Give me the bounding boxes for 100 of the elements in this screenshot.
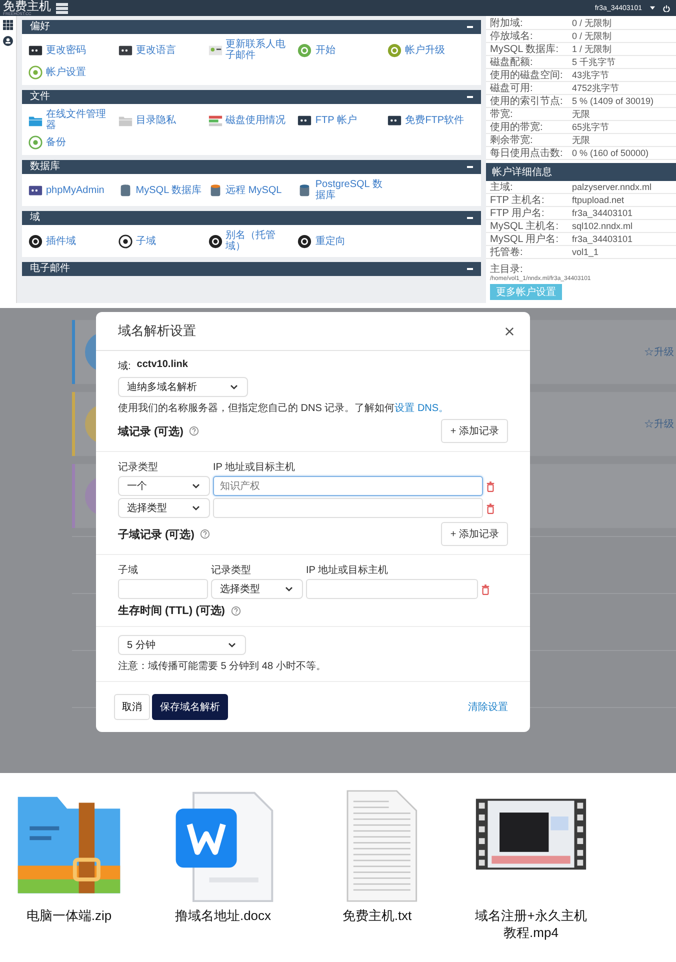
section-title: 域记录 (可选) [118, 424, 184, 438]
stat-label: MySQL 数据库: [490, 44, 560, 54]
add-record-button[interactable]: + 添加记录 [441, 522, 508, 546]
stat-label: 磁盘可用: [490, 82, 534, 94]
detail-label: FTP 主机名: [490, 194, 546, 206]
trash-icon[interactable] [486, 502, 495, 514]
section-title: 域 [30, 213, 40, 223]
tool-link[interactable]: 免费FTP软件 [405, 114, 464, 126]
tool-link[interactable]: 插件域 [46, 236, 76, 246]
detail-value: fr3a_34403101 [572, 208, 634, 218]
tool-link[interactable]: 帐户设置 [46, 67, 86, 78]
detail-value: vol1_1 [572, 246, 600, 258]
stat-value: 5 千兆字节 [572, 56, 617, 68]
file-name[interactable]: 免费主机.txt [318, 907, 436, 924]
file-name[interactable]: 域名注册+永久主机教程.mp4 [472, 907, 590, 941]
tool-link[interactable]: 磁盘使用情况 [226, 114, 286, 126]
tool-link[interactable]: MySQL 数据库 [136, 184, 202, 196]
chevron-down-icon [191, 503, 201, 513]
detail-label: MySQL 用户名: [490, 234, 560, 244]
target-input[interactable]: 知识产权 [213, 476, 483, 496]
clear-settings-link[interactable]: 清除设置 [468, 700, 508, 714]
tool-link[interactable]: 在线文件管理器 [46, 109, 116, 131]
column-label: IP 地址或目标主机 [306, 564, 390, 577]
upgrade-link[interactable]: ☆升级 [644, 417, 676, 431]
tool-link[interactable]: 子域 [136, 236, 156, 246]
stat-value: 无限 [572, 134, 591, 146]
ttl-select[interactable]: 5 分钟 [118, 635, 246, 655]
grid-menu-icon[interactable] [3, 20, 13, 30]
stat-label: 磁盘配额: [490, 56, 534, 68]
detail-label: 托管卷: [490, 246, 524, 258]
record-type-select[interactable]: 选择类型 [118, 498, 210, 518]
domain-label: 域: [118, 360, 131, 373]
help-icon[interactable] [200, 529, 210, 539]
tool-link[interactable]: 重定向 [315, 236, 346, 246]
detail-value: fr3a_34403101 [572, 234, 634, 244]
tool-link[interactable]: 备份 [46, 137, 66, 148]
stat-value: 65兆字节 [572, 122, 610, 132]
subdomain-input[interactable] [118, 579, 208, 599]
target-input[interactable] [213, 498, 483, 518]
detail-value: sql102.nndx.ml [572, 220, 634, 232]
trash-icon[interactable] [481, 584, 490, 594]
add-record-button[interactable]: + 添加记录 [441, 419, 508, 443]
help-icon[interactable] [189, 426, 200, 436]
detail-value: palzyserver.nndx.ml [572, 182, 653, 192]
user-circle-icon[interactable] [3, 36, 13, 46]
tool-link[interactable]: FTP 帐户 [315, 114, 357, 126]
logo-text: 免费主机 [3, 0, 51, 12]
record-type-select[interactable]: 选择类型 [211, 579, 303, 599]
stat-value: 1 / 无限制 [572, 44, 613, 54]
detail-label: FTP 用户名: [490, 208, 546, 218]
file-name[interactable]: 撸域名地址.docx [164, 907, 282, 924]
cancel-button[interactable]: 取消 [114, 694, 150, 720]
column-label: 记录类型 [118, 460, 159, 474]
home-label: 主目录: [489, 262, 524, 276]
column-label: 记录类型 [211, 564, 252, 577]
tool-link[interactable]: phpMyAdmin [46, 184, 104, 196]
mode-select[interactable]: 迪纳多域名解析 [118, 377, 248, 397]
stat-value: 0 / 无限制 [572, 18, 613, 28]
stat-value: 5 % (1409 of 30019) [572, 96, 655, 106]
dns-link[interactable]: 设置 DNS。 [394, 403, 449, 414]
chevron-down-icon [227, 640, 237, 650]
stat-value: 0 % (160 of 50000) [572, 148, 650, 158]
detail-label: MySQL 主机名: [490, 220, 560, 232]
tool-link[interactable]: 更新联系人电子邮件 [226, 39, 296, 61]
detail-label: 主域: [490, 182, 514, 192]
target-input[interactable] [306, 579, 478, 599]
details-header: 帐户详细信息 [486, 163, 676, 181]
tool-link[interactable]: 开始 [315, 44, 336, 56]
tool-link[interactable]: 目录隐私 [136, 114, 176, 126]
upgrade-link[interactable]: ☆升级 [644, 345, 676, 359]
section-title: 生存时间 (TTL) (可选) [118, 604, 225, 618]
caret-icon[interactable] [650, 6, 655, 10]
stat-label: 使用的带宽: [490, 122, 544, 132]
file-name[interactable]: 电脑一体端.zip [10, 907, 128, 924]
section-title: 文件 [30, 92, 50, 102]
column-label: 子域 [118, 564, 139, 577]
save-button[interactable]: 保存域名解析 [152, 694, 228, 720]
section-title: 偏好 [30, 22, 50, 32]
tool-link[interactable]: PostgreSQL 数据库 [315, 179, 386, 201]
power-icon[interactable] [663, 4, 670, 12]
close-icon[interactable] [505, 326, 514, 336]
stat-label: 带宽: [490, 108, 514, 120]
stat-value: 43兆字节 [572, 70, 610, 80]
section-title: 数据库 [30, 162, 60, 172]
stat-label: 附加域: [490, 18, 524, 28]
section-title: 子域记录 (可选) [118, 528, 194, 542]
tool-link[interactable]: 帐户升级 [405, 44, 446, 56]
tool-link[interactable]: 更改密码 [46, 44, 86, 56]
tool-link[interactable]: 别名（托管域） [226, 230, 296, 252]
section-title: 电子邮件 [30, 264, 70, 274]
help-icon[interactable] [230, 606, 241, 616]
stat-label: 使用的索引节点: [490, 96, 564, 106]
tool-link[interactable]: 更改语言 [136, 44, 176, 56]
chevron-down-icon [191, 481, 201, 491]
trash-icon[interactable] [486, 480, 495, 492]
tool-link[interactable]: 远程 MySQL [226, 184, 282, 196]
stat-label: 停放域名: [490, 30, 534, 42]
dialog-title: 域名解析设置 [118, 322, 196, 340]
dns-description: 使用我们的名称服务器，但指定您自己的 DNS 记录。了解如何设置 DNS。 [118, 402, 450, 415]
record-type-select[interactable]: 一个 [118, 476, 210, 496]
